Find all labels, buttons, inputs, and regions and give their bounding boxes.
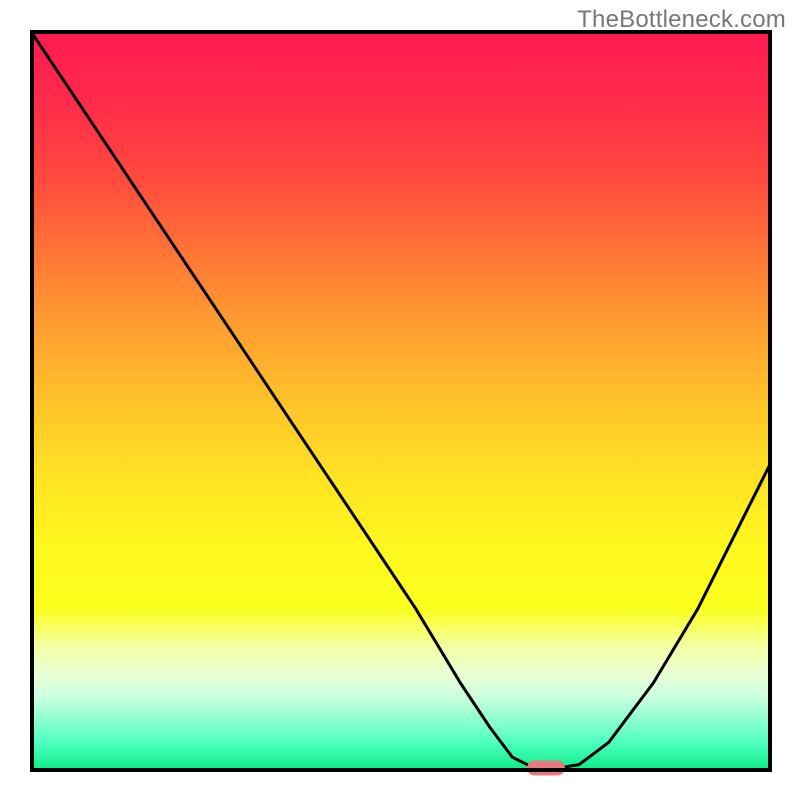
watermark-label: TheBottleneck.com bbox=[577, 6, 786, 34]
optimal-marker bbox=[527, 761, 565, 776]
chart-background-gradient bbox=[30, 30, 772, 772]
